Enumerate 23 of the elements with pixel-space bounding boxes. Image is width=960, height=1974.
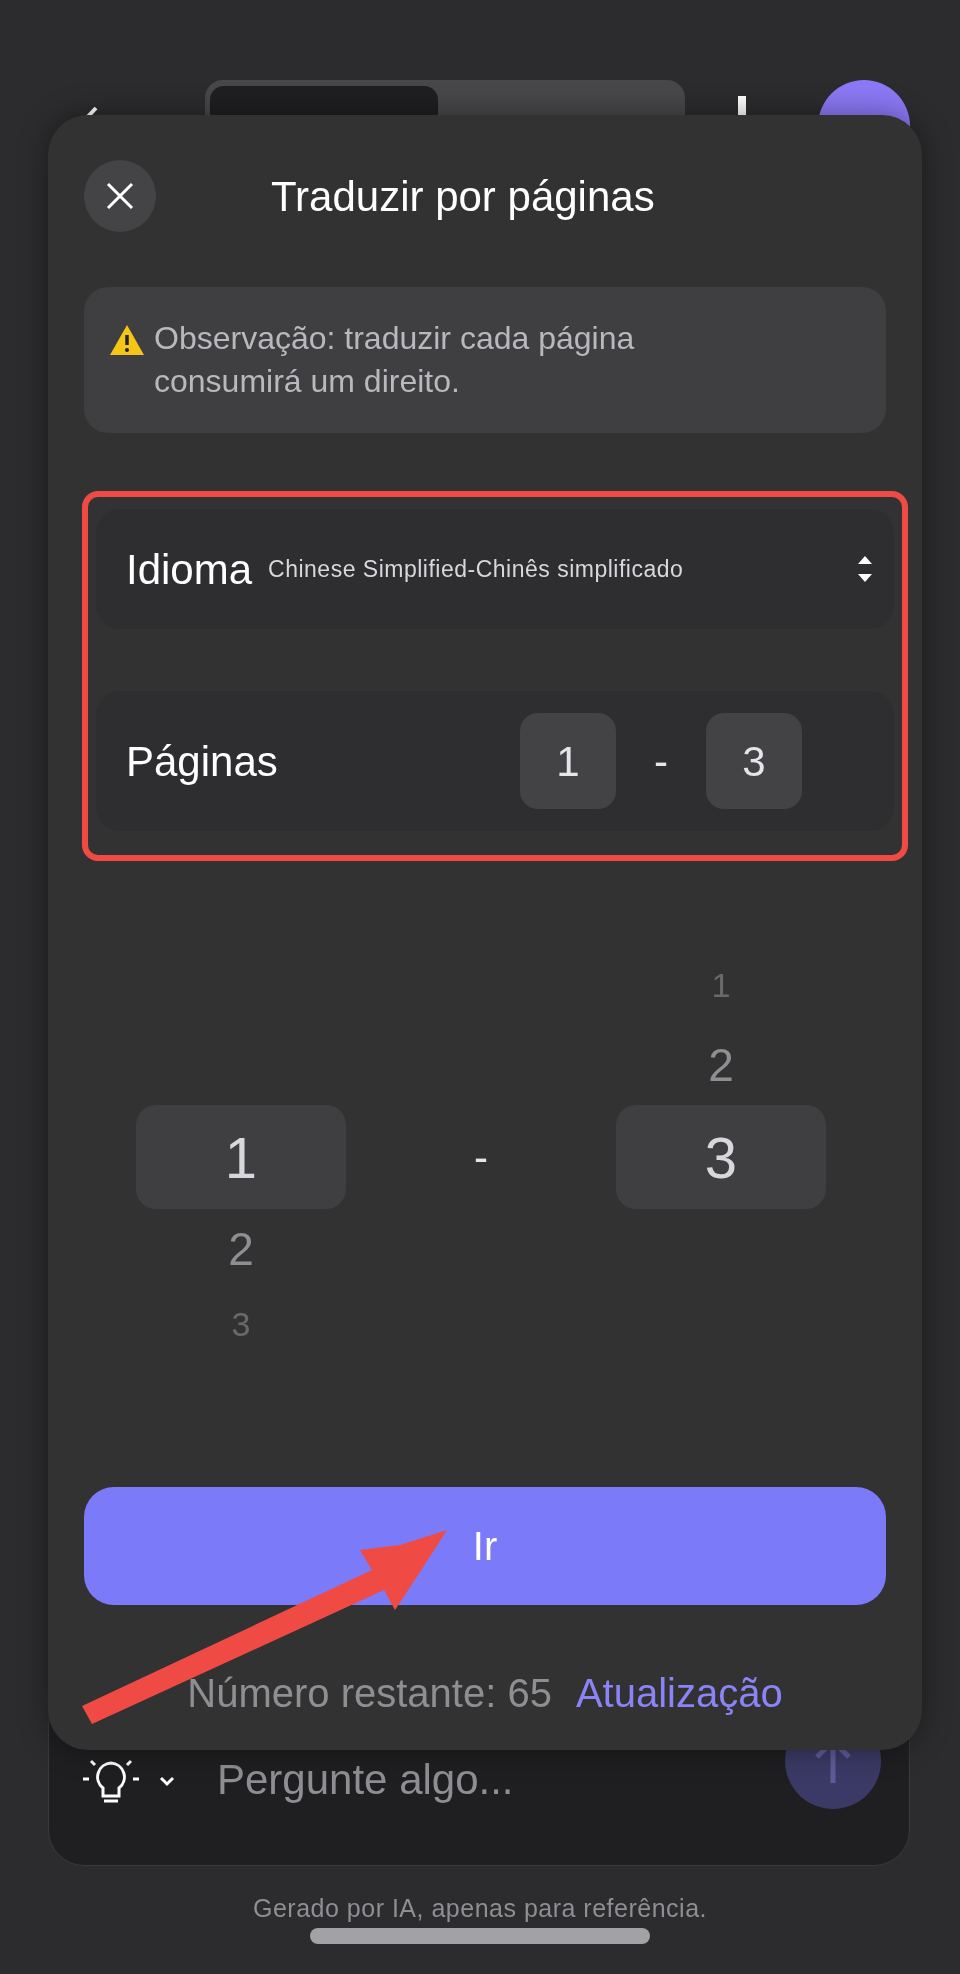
disclaimer-text: Gerado por IA, apenas para referência. — [252, 1893, 708, 1924]
picker-option[interactable]: 3 — [616, 1105, 826, 1210]
page-from-field[interactable]: 1 — [520, 713, 616, 810]
close-icon — [105, 181, 135, 211]
range-separator: - — [474, 1132, 488, 1183]
range-separator: - — [653, 736, 669, 787]
sheet-title: Traduzir por páginas — [271, 171, 655, 222]
picker-option[interactable]: 2 — [136, 1209, 346, 1290]
go-button[interactable]: Ir — [84, 1487, 886, 1606]
language-label: Idioma — [126, 544, 253, 595]
remaining-count: Número restante: 65 — [187, 1670, 552, 1718]
warning-icon — [108, 323, 146, 357]
picker-option[interactable]: 1 — [136, 1105, 346, 1210]
picker-option[interactable]: 2 — [616, 1025, 826, 1106]
language-row[interactable]: Idioma Chinese Simplified-Chinês simplificado — [96, 509, 894, 630]
page-to-field[interactable]: 3 — [706, 713, 802, 810]
picker-option[interactable]: 3 — [136, 1289, 346, 1360]
upgrade-link[interactable]: Atualização — [575, 1663, 783, 1724]
picker-option[interactable]: 1 — [616, 945, 826, 1026]
language-value: Chinese Simplified-Chinês simplificado — [268, 555, 685, 585]
notice-text: Observação: traduzir cada página consumirá um direito. — [154, 319, 636, 402]
chevron-down-icon[interactable] — [159, 1775, 175, 1787]
pages-label: Páginas — [126, 736, 279, 787]
